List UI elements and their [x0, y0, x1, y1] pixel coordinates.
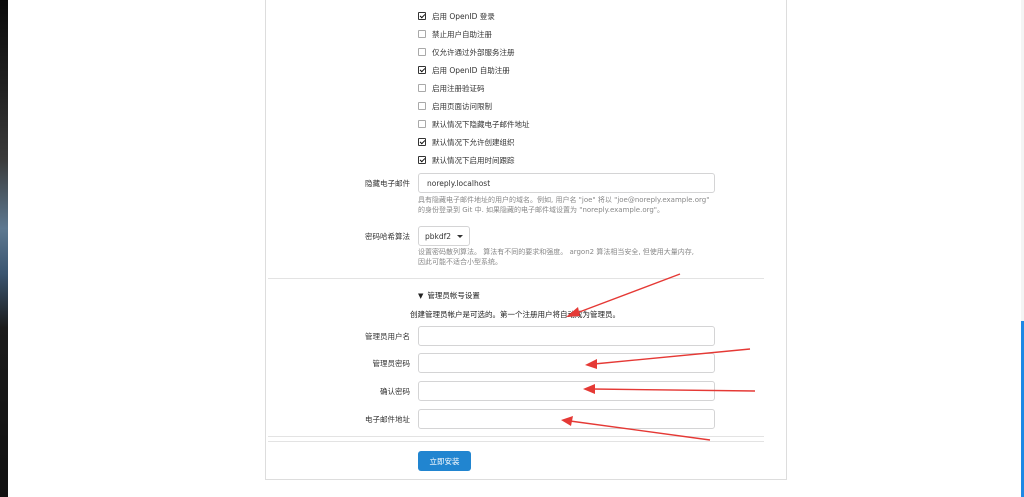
- section-divider-bottom: [268, 436, 764, 437]
- checkbox-row[interactable]: 禁止用户自助注册: [418, 28, 492, 40]
- admin-email-input[interactable]: [418, 409, 715, 429]
- admin-email-label: 电子邮件地址: [365, 415, 410, 424]
- section-divider-bottom-2: [268, 441, 764, 442]
- triangle-down-icon: ▼: [418, 291, 424, 300]
- checkbox-label: 启用 OpenID 登录: [432, 11, 495, 21]
- checkbox-row[interactable]: 启用注册验证码: [418, 82, 485, 94]
- password-hash-help: 设置密码散列算法。 算法有不同的要求和强度。 argon2 算法相当安全, 但使…: [418, 247, 728, 267]
- checkbox-unchecked[interactable]: [418, 102, 426, 110]
- hidden-email-input[interactable]: noreply.localhost: [418, 173, 715, 193]
- section-divider: [268, 278, 764, 279]
- password-hash-help-line2: 因此可能不适合小型系统。: [418, 258, 502, 266]
- checkbox-row[interactable]: 默认情况下允许创建组织: [418, 136, 515, 148]
- checkbox-row[interactable]: 启用 OpenID 登录: [418, 10, 495, 22]
- checkbox-checked[interactable]: [418, 156, 426, 164]
- checkbox-row[interactable]: 默认情况下隐藏电子邮件地址: [418, 118, 530, 130]
- checkbox-unchecked[interactable]: [418, 30, 426, 38]
- admin-username-label: 管理员用户名: [365, 332, 410, 341]
- confirm-password-label: 确认密码: [380, 387, 410, 396]
- checkbox-checked[interactable]: [418, 12, 426, 20]
- hidden-email-help-line2: 的身份登录到 Git 中. 如果隐藏的电子邮件域设置为 "noreply.exa…: [418, 206, 665, 214]
- password-hash-select[interactable]: pbkdf2: [418, 226, 470, 246]
- checkbox-row[interactable]: 启用 OpenID 自助注册: [418, 64, 510, 76]
- admin-password-input[interactable]: [418, 353, 715, 373]
- admin-password-label: 管理员密码: [372, 359, 411, 368]
- chevron-down-icon: [457, 234, 463, 238]
- checkbox-label: 默认情况下允许创建组织: [432, 137, 515, 147]
- checkbox-label: 默认情况下启用时间跟踪: [432, 155, 515, 165]
- password-hash-label: 密码哈希算法: [365, 232, 410, 241]
- confirm-password-input[interactable]: [418, 381, 715, 401]
- checkbox-row[interactable]: 默认情况下启用时间跟踪: [418, 154, 515, 166]
- background-wallpaper-strip: [0, 0, 8, 497]
- admin-username-input[interactable]: [418, 326, 715, 346]
- checkbox-row[interactable]: 仅允许通过外部服务注册: [418, 46, 515, 58]
- password-hash-value: pbkdf2: [425, 231, 452, 241]
- checkbox-unchecked[interactable]: [418, 120, 426, 128]
- checkbox-unchecked[interactable]: [418, 84, 426, 92]
- hidden-email-help: 具有隐藏电子邮件地址的用户的域名。例如, 用户名 "joe" 将以 "joe@n…: [418, 195, 728, 215]
- checkbox-checked[interactable]: [418, 138, 426, 146]
- checkbox-row[interactable]: 启用页面访问限制: [418, 100, 492, 112]
- checkbox-checked[interactable]: [418, 66, 426, 74]
- checkbox-label: 默认情况下隐藏电子邮件地址: [432, 119, 530, 129]
- hidden-email-help-line1: 具有隐藏电子邮件地址的用户的域名。例如, 用户名 "joe" 将以 "joe@n…: [418, 196, 710, 204]
- hidden-email-value: noreply.localhost: [427, 178, 491, 188]
- checkbox-label: 禁止用户自助注册: [432, 29, 492, 39]
- checkbox-label: 启用页面访问限制: [432, 101, 492, 111]
- hidden-email-label: 隐藏电子邮件: [365, 179, 410, 188]
- password-hash-help-line1: 设置密码散列算法。 算法有不同的要求和强度。 argon2 算法相当安全, 但使…: [418, 248, 695, 256]
- admin-section-description: 创建管理员帐户是可选的。第一个注册用户将自动成为管理员。: [410, 310, 620, 319]
- install-button[interactable]: 立即安装: [418, 451, 471, 471]
- checkbox-unchecked[interactable]: [418, 48, 426, 56]
- admin-section-title: 管理员帐号设置: [427, 291, 480, 300]
- checkbox-label: 启用 OpenID 自助注册: [432, 65, 510, 75]
- checkbox-label: 仅允许通过外部服务注册: [432, 47, 515, 57]
- admin-section-toggle[interactable]: ▼ 管理员帐号设置: [418, 290, 480, 301]
- checkbox-label: 启用注册验证码: [432, 83, 485, 93]
